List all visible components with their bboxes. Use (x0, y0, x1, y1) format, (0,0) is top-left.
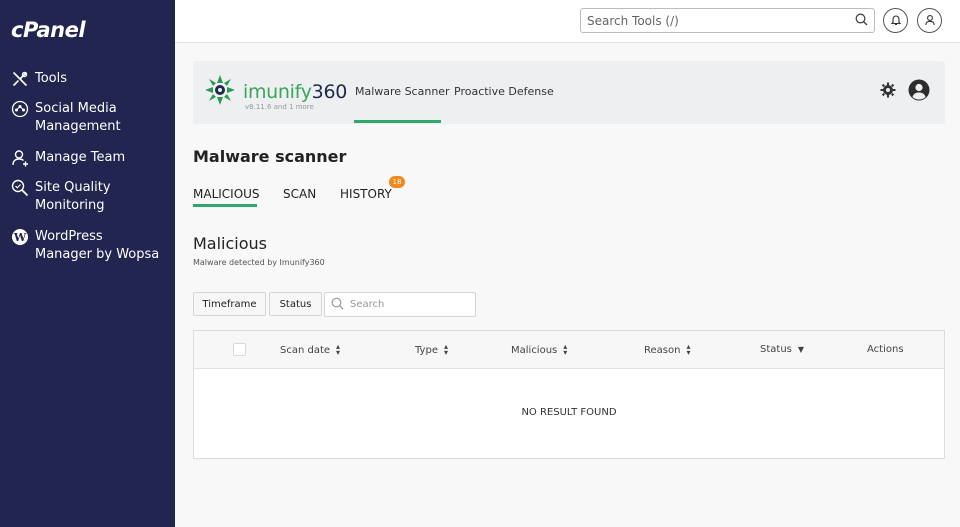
account-avatar-icon[interactable] (908, 79, 930, 105)
cpanel-logo[interactable]: cPanel (11, 18, 86, 42)
imunify-version: v8.11.6 and 1 more (245, 103, 314, 111)
column-label: Scan date (280, 344, 331, 356)
column-label: Actions (867, 344, 904, 355)
sidebar-item-label: Social Media Management (35, 101, 121, 134)
tab-scan[interactable]: SCAN (283, 187, 316, 201)
imunify-emblem-icon (203, 73, 237, 111)
tab-proactive-defense[interactable]: Proactive Defense (454, 85, 554, 98)
imunify-header: imunify360 v8.11.6 and 1 more Malware Sc… (193, 61, 945, 124)
search-tools-box[interactable] (580, 8, 875, 33)
column-reason[interactable]: Reason ▴ ▾ (644, 342, 691, 357)
search-icon[interactable] (855, 11, 868, 30)
tab-malicious[interactable]: MALICIOUS (193, 187, 260, 201)
sort-icon: ▴ ▾ (443, 342, 448, 357)
search-tools-input[interactable] (587, 13, 855, 28)
notifications-button[interactable] (883, 8, 908, 33)
sidebar-item-site-quality[interactable]: Site Quality Monitoring (10, 179, 111, 215)
sidebar-item-label: Tools (35, 71, 68, 86)
dropdown-caret-icon: ▼ (797, 345, 805, 354)
tab-history[interactable]: HISTORY (340, 187, 392, 201)
search-icon (331, 295, 344, 314)
column-label: Type (415, 344, 438, 356)
sidebar-item-label: Manage Team (35, 150, 126, 165)
column-label: Status (760, 344, 792, 355)
tools-icon (10, 70, 30, 88)
imunify-brand-name: imunify360 (243, 81, 348, 103)
sidebar-item-manage-team[interactable]: Manage Team (10, 149, 125, 167)
svg-text:W: W (13, 231, 27, 244)
column-actions: Actions (867, 344, 904, 355)
sidebar-item-wordpress[interactable]: W WordPress Manager by Wopsa (10, 228, 159, 264)
tab-malware-scanner[interactable]: Malware Scanner (355, 85, 450, 98)
gear-icon[interactable] (880, 82, 896, 102)
column-status[interactable]: Status ▼ (760, 344, 804, 355)
wordpress-icon: W (10, 228, 30, 246)
sort-icon: ▴ ▾ (336, 342, 341, 357)
status-filter-button[interactable]: Status (269, 292, 322, 316)
active-tab-indicator (193, 204, 257, 207)
page-title: Malware scanner (193, 147, 347, 166)
select-all-checkbox[interactable] (233, 343, 246, 356)
empty-table-message: NO RESULT FOUND (521, 407, 617, 418)
table-search-box[interactable] (324, 292, 476, 317)
column-scan-date[interactable]: Scan date ▴ ▾ (280, 342, 341, 357)
column-label: Malicious (511, 344, 558, 356)
active-tab-indicator (354, 120, 441, 123)
section-subtitle: Malware detected by Imunify360 (193, 258, 325, 267)
top-bar (175, 0, 960, 43)
column-malicious[interactable]: Malicious ▴ ▾ (511, 342, 568, 357)
sidebar-item-tools[interactable]: Tools (10, 70, 67, 88)
sidebar-item-label: WordPress Manager by Wopsa (35, 229, 160, 262)
sort-icon: ▴ ▾ (686, 342, 691, 357)
timeframe-filter-button[interactable]: Timeframe (193, 292, 266, 316)
history-count-badge: 18 (389, 176, 405, 188)
user-menu-button[interactable] (917, 8, 942, 33)
malicious-table: Scan date ▴ ▾ Type ▴ ▾ Malicious ▴ ▾ Reason… (193, 330, 945, 459)
column-type[interactable]: Type ▴ ▾ (415, 342, 448, 357)
sidebar-item-social-media[interactable]: Social Media Management (10, 100, 121, 136)
manage-team-icon (10, 149, 30, 167)
table-header: Scan date ▴ ▾ Type ▴ ▾ Malicious ▴ ▾ Reason… (194, 331, 944, 369)
site-quality-icon (10, 179, 30, 197)
column-label: Reason (644, 344, 681, 356)
sidebar-item-label: Site Quality Monitoring (35, 180, 111, 213)
table-search-input[interactable] (350, 299, 460, 310)
social-media-icon (10, 100, 30, 118)
bell-icon (890, 11, 902, 30)
user-icon (924, 11, 936, 30)
sort-icon: ▴ ▾ (563, 342, 568, 357)
section-title: Malicious (193, 234, 268, 253)
sidebar: cPanel Tools Social Media Management Man… (0, 0, 175, 527)
